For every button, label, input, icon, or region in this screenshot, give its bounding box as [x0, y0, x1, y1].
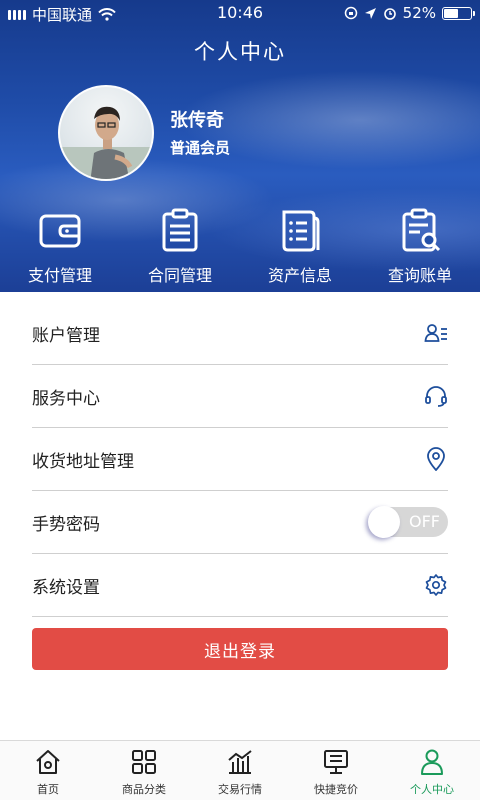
- wallet-icon: [39, 214, 81, 248]
- menu-item-account[interactable]: 账户管理: [32, 302, 448, 365]
- menu-item-label: 服务中心: [32, 388, 100, 409]
- tab-label: 快捷竞价: [314, 783, 358, 796]
- gear-icon: [425, 574, 447, 596]
- location-pin-icon: [427, 447, 445, 471]
- quick-action-label: 查询账单: [387, 266, 452, 285]
- battery-icon: [442, 6, 475, 20]
- quick-actions: 支付管理 合同管理 资产信息 查询账单: [0, 202, 480, 288]
- quick-action-label: 合同管理: [147, 266, 212, 285]
- menu-item-label: 收货地址管理: [32, 451, 134, 472]
- tab-home[interactable]: 首页: [0, 741, 96, 800]
- location-arrow-icon: [364, 7, 376, 19]
- menu-item-label: 手势密码: [32, 514, 100, 535]
- tab-label: 个人中心: [410, 783, 454, 796]
- grid-icon: [132, 750, 156, 774]
- tab-label: 交易行情: [218, 783, 262, 796]
- document-list-icon: [282, 210, 320, 252]
- quick-action-label: 资产信息: [267, 266, 332, 285]
- page-title: 个人中心: [194, 40, 286, 64]
- chart-icon: [228, 750, 252, 774]
- menu-item-label: 账户管理: [32, 325, 100, 346]
- member-level: 普通会员: [170, 139, 231, 157]
- logout-button[interactable]: 退出登录: [32, 628, 448, 670]
- tab-categories[interactable]: 商品分类: [96, 741, 192, 800]
- tab-profile[interactable]: 个人中心: [384, 741, 480, 800]
- tab-label: 商品分类: [122, 783, 166, 796]
- gesture-password-toggle[interactable]: OFF: [368, 506, 448, 538]
- status-bar: 中国联通 10:46 52%: [0, 0, 480, 26]
- menu-item-gesture-password: 手势密码 OFF: [32, 491, 448, 554]
- bill-search-icon: [402, 208, 441, 252]
- quick-action-assets[interactable]: 资产信息: [240, 202, 360, 288]
- avatar[interactable]: [58, 85, 154, 181]
- clipboard-icon: [162, 208, 198, 252]
- bottom-tab-bar: 首页 商品分类 交易行情 快捷竞价 个人中心: [0, 740, 480, 800]
- menu-item-service[interactable]: 服务中心: [32, 365, 448, 428]
- headset-icon: [425, 386, 447, 407]
- battery-percent: 52%: [402, 4, 436, 22]
- person-icon: [421, 749, 443, 775]
- tab-bidding[interactable]: 快捷竞价: [288, 741, 384, 800]
- tab-market[interactable]: 交易行情: [192, 741, 288, 800]
- quick-action-label: 支付管理: [27, 266, 92, 285]
- settings-list: 账户管理 服务中心 收货地址管理 手势密码 OFF 系统设置: [32, 302, 448, 617]
- toggle-knob: [368, 506, 400, 538]
- monitor-icon: [324, 750, 348, 774]
- menu-item-label: 系统设置: [32, 577, 100, 598]
- menu-item-settings[interactable]: 系统设置: [32, 554, 448, 617]
- quick-action-contract[interactable]: 合同管理: [120, 202, 240, 288]
- tab-label: 首页: [37, 783, 59, 796]
- rotation-lock-icon: [344, 6, 357, 20]
- alarm-icon: [383, 8, 396, 20]
- home-icon: [36, 750, 60, 774]
- avatar-photo: [60, 106, 152, 179]
- user-name: 张传奇: [170, 110, 224, 131]
- toggle-state-label: OFF: [409, 512, 440, 531]
- profile-header: 中国联通 10:46 52% 个人中心 张传奇 普通会员 支付管理 合同管理 资…: [0, 0, 480, 292]
- quick-action-bills[interactable]: 查询账单: [360, 202, 480, 288]
- menu-item-address[interactable]: 收货地址管理: [32, 428, 448, 491]
- user-list-icon: [424, 324, 447, 342]
- quick-action-payment[interactable]: 支付管理: [0, 202, 120, 288]
